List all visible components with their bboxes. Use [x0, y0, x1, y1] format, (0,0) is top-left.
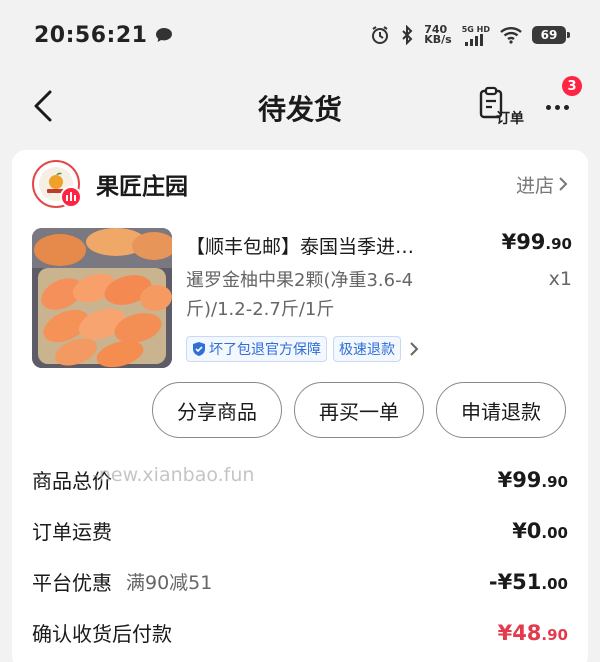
cellular-signal: 5G HD [462, 25, 490, 46]
network-speed: 740 KB/s [424, 23, 452, 46]
chevron-right-icon[interactable] [409, 341, 419, 357]
notification-badge: 3 [562, 76, 582, 96]
order-actions: 分享商品 再买一单 申请退款 [152, 382, 566, 438]
summary-row-total: 商品总价 ¥99.90 [32, 467, 568, 494]
order-button-label: 订单 [496, 111, 524, 127]
order-card: 果匠庄园 进店 【顺丰包邮】泰国当季进… ¥99.90 暹罗金柚中果2颗(净重3… [12, 150, 588, 662]
chat-bubble-icon [156, 28, 173, 42]
product-image[interactable] [32, 228, 172, 368]
total-value: ¥99.90 [497, 467, 568, 492]
shop-avatar[interactable] [32, 160, 82, 208]
chevron-right-icon [559, 177, 568, 191]
bluetooth-icon [402, 25, 413, 45]
live-bars-icon [60, 186, 82, 208]
wifi-icon [500, 27, 522, 44]
summary-row-payment: 确认收货后付款 ¥48.90 [32, 620, 568, 647]
service-tags[interactable]: 坏了包退官方保障 极速退款 [186, 336, 419, 362]
request-refund-button[interactable]: 申请退款 [436, 382, 566, 438]
guarantee-tag[interactable]: 坏了包退官方保障 [186, 336, 327, 362]
shield-check-icon [193, 342, 205, 356]
product-item[interactable]: 【顺丰包邮】泰国当季进… ¥99.90 暹罗金柚中果2颗(净重3.6-4斤)/1… [32, 228, 572, 370]
clock: 20:56:21 [34, 22, 148, 48]
price-summary: -new.xianbao.fun 商品总价 ¥99.90 订单运费 ¥0.00 … [32, 454, 568, 658]
product-price: ¥99.90 [501, 230, 572, 254]
discount-description: 满90减51 [126, 572, 213, 594]
more-dot-icon [554, 104, 560, 110]
product-quantity: x1 [548, 268, 572, 290]
product-spec: 暹罗金柚中果2颗(净重3.6-4斤)/1.2-2.7斤/1斤 [186, 270, 414, 320]
enter-shop-link[interactable]: 进店 [516, 171, 568, 198]
shipping-value: ¥0.00 [512, 518, 568, 543]
product-title[interactable]: 【顺丰包邮】泰国当季进… [186, 232, 476, 259]
shop-header[interactable]: 果匠庄园 进店 [32, 158, 568, 210]
summary-row-discount: 平台优惠 满90减51 -¥51.00 [32, 569, 568, 596]
more-dot-icon [563, 104, 569, 110]
nav-bar: 待发货 订单 3 [0, 70, 600, 142]
payment-value: ¥48.90 [497, 620, 568, 645]
battery-indicator: 69 [532, 26, 570, 44]
discount-value: -¥51.00 [488, 569, 568, 594]
more-dot-icon [545, 104, 551, 110]
more-button[interactable] [540, 92, 574, 122]
order-button[interactable]: 订单 [478, 86, 524, 127]
rebuy-button[interactable]: 再买一单 [294, 382, 424, 438]
alarm-icon [372, 26, 389, 44]
status-bar: 20:56:21 740 KB/s 5G HD 69 [0, 0, 600, 70]
share-product-button[interactable]: 分享商品 [152, 382, 282, 438]
enter-shop-label: 进店 [515, 174, 554, 197]
signal-bars-icon [464, 33, 483, 46]
summary-row-shipping: 订单运费 ¥0.00 [32, 518, 568, 545]
fast-refund-tag[interactable]: 极速退款 [333, 336, 401, 362]
shop-name: 果匠庄园 [96, 174, 188, 200]
